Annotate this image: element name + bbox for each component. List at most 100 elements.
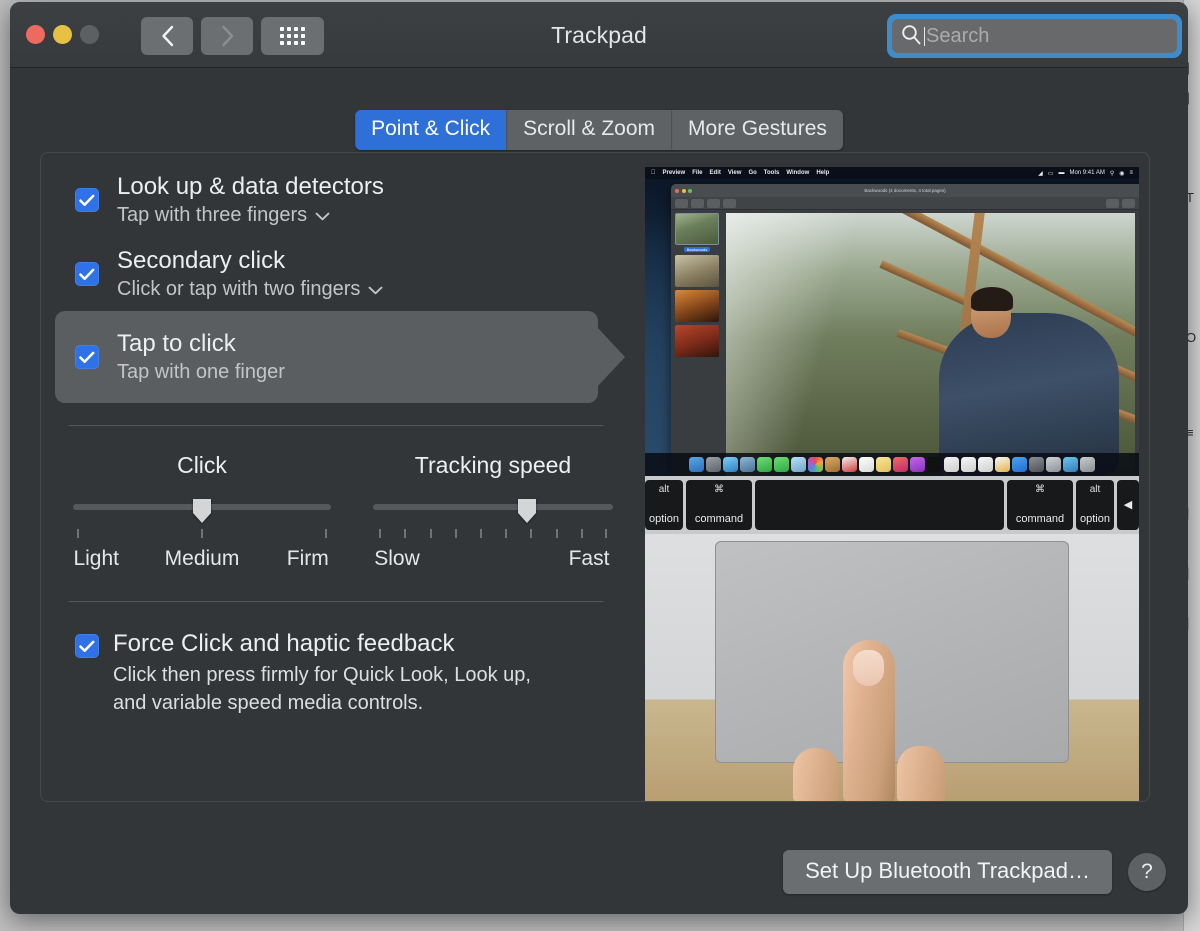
spotlight-icon: ⚲ xyxy=(1109,170,1115,177)
dock-icon-folder[interactable] xyxy=(1063,457,1078,472)
dock-icon-launchpad[interactable] xyxy=(706,457,721,472)
menu-view: View xyxy=(723,170,742,176)
menu-go: Go xyxy=(743,170,756,176)
slider-tracking-label: Tracking speed xyxy=(414,452,572,478)
tab-scroll-and-zoom[interactable]: Scroll & Zoom xyxy=(507,110,673,150)
option-tap-to-click[interactable]: Tap to click Tap with one finger xyxy=(55,311,598,403)
preview-fingernail xyxy=(853,650,884,686)
dock-icon-contacts[interactable] xyxy=(825,457,840,472)
force-click-desc-line2: and variable speed media controls. xyxy=(113,691,424,714)
dock-icon-reminders[interactable] xyxy=(859,457,874,472)
dock-icon-numbers[interactable] xyxy=(961,457,976,472)
dock-icon-facetime[interactable] xyxy=(757,457,772,472)
divider-bottom xyxy=(69,601,603,602)
checkbox-tap-to-click[interactable] xyxy=(75,345,99,369)
slider-tracking-track[interactable] xyxy=(373,504,613,510)
slider-click-thumb[interactable] xyxy=(191,497,213,525)
thumbnail-cherry-tomatoes[interactable] xyxy=(675,325,719,357)
tab-point-and-click[interactable]: Point & Click xyxy=(355,110,508,150)
dock-icon-safari[interactable] xyxy=(723,457,738,472)
dock-icon-messages[interactable] xyxy=(774,457,789,472)
preview-app-window: Backwoods (4 documents, 4 total pages) B… xyxy=(671,184,1139,476)
checkbox-look-up[interactable] xyxy=(75,188,99,212)
dock-icon-podcasts[interactable] xyxy=(910,457,925,472)
dock-icon-keynote[interactable] xyxy=(978,457,993,472)
dock-icon-finder[interactable] xyxy=(689,457,704,472)
option-secondary-click[interactable]: Secondary click Click or tap with two fi… xyxy=(55,237,615,311)
zoom-in-icon[interactable] xyxy=(707,198,720,208)
slider-click-legend-firm: Firm xyxy=(286,547,329,570)
key-arrow-left[interactable]: ◀ xyxy=(1117,480,1139,530)
chevron-down-icon[interactable] xyxy=(368,277,383,301)
option-subtitle-row[interactable]: Tap with three fingers xyxy=(117,203,384,227)
slider-click-track-wrap[interactable] xyxy=(73,497,331,527)
thumbnail-label-backwoods: Backwoods xyxy=(683,247,711,252)
checkbox-checked-icon xyxy=(75,188,99,212)
key-top-label: ⌘ xyxy=(1035,484,1045,495)
option-subtitle-row: Tap with one finger xyxy=(117,360,285,384)
dock-icon-photos[interactable] xyxy=(808,457,823,472)
preview-app-toolbar xyxy=(671,197,1139,210)
set-up-bluetooth-trackpad-button[interactable]: Set Up Bluetooth Trackpad… xyxy=(783,850,1112,894)
chevron-down-icon[interactable] xyxy=(315,203,330,227)
dock-icon-app-store[interactable] xyxy=(1012,457,1027,472)
preview-photo-hair xyxy=(971,286,1014,311)
slider-click-legend-medium: Medium xyxy=(164,547,240,570)
preview-dock xyxy=(645,453,1139,476)
search-icon[interactable] xyxy=(1122,198,1135,208)
siri-icon: ◉ xyxy=(1119,170,1125,177)
dock-icon-music[interactable] xyxy=(893,457,908,472)
key-option-right[interactable]: alt option xyxy=(1076,480,1114,530)
menu-file: File xyxy=(687,170,702,176)
text-cursor xyxy=(924,26,925,46)
help-button[interactable]: ? xyxy=(1128,853,1166,891)
wifi-icon: ◢ xyxy=(1038,170,1043,177)
dock-icon-pages[interactable] xyxy=(995,457,1010,472)
key-bottom-label: option xyxy=(1080,513,1110,525)
dock-icon-preview[interactable] xyxy=(740,457,755,472)
force-click-desc-line1: Click then press firmly for Quick Look, … xyxy=(113,664,531,686)
dock-icon-maps[interactable] xyxy=(791,457,806,472)
key-spacebar[interactable] xyxy=(755,480,1004,530)
sidebar-toggle-icon[interactable] xyxy=(675,198,688,208)
dock-icon-downloads[interactable] xyxy=(1046,457,1061,472)
option-text: Look up & data detectors Tap with three … xyxy=(117,173,384,227)
tab-more-gestures[interactable]: More Gestures xyxy=(672,110,843,150)
menu-help: Help xyxy=(811,170,829,176)
search-field[interactable]: Search xyxy=(892,19,1177,53)
key-option-left[interactable]: alt option xyxy=(645,480,683,530)
slider-click: Click Light Medium Firm xyxy=(73,452,331,575)
thumbnail-campfire-2[interactable] xyxy=(675,290,719,322)
slider-click-label: Click xyxy=(177,452,227,478)
key-bottom-label: command xyxy=(694,513,744,525)
force-click-section[interactable]: Force Click and haptic feedback Click th… xyxy=(55,630,615,717)
key-command-left[interactable]: ⌘ command xyxy=(686,480,752,530)
slider-click-legend: Light Medium Firm xyxy=(73,547,331,575)
key-command-right[interactable]: ⌘ command xyxy=(1007,480,1073,530)
menu-preview: Preview xyxy=(658,170,686,176)
option-subtitle-row[interactable]: Click or tap with two fingers xyxy=(117,277,383,301)
dock-icon-trash[interactable] xyxy=(1080,457,1095,472)
markup-icon[interactable] xyxy=(1106,198,1119,208)
slider-tracking-track-wrap[interactable] xyxy=(373,497,613,527)
share-icon[interactable] xyxy=(723,198,736,208)
thumbnail-campfire-1[interactable] xyxy=(675,255,719,287)
checkbox-force-click[interactable] xyxy=(75,634,99,717)
thumbnail-backwoods[interactable] xyxy=(675,213,719,245)
checkbox-secondary-click[interactable] xyxy=(75,262,99,286)
zoom-out-icon[interactable] xyxy=(691,198,704,208)
dock-icon-notes[interactable] xyxy=(876,457,891,472)
option-text: Secondary click Click or tap with two fi… xyxy=(117,247,383,301)
bottom-bar: Set Up Bluetooth Trackpad… ? xyxy=(10,850,1188,894)
dock-icon-system-preferences[interactable] xyxy=(1029,457,1044,472)
sliders-row: Click Light Medium Firm Tracking speed S… xyxy=(55,426,615,575)
preview-thumbnail-sidebar: Backwoods xyxy=(671,210,723,476)
option-look-up-and-data-detectors[interactable]: Look up & data detectors Tap with three … xyxy=(55,163,615,237)
dock-icon-calendar[interactable] xyxy=(842,457,857,472)
key-top-label: ⌘ xyxy=(714,484,724,495)
preview-app-titlebar: Backwoods (4 documents, 4 total pages) xyxy=(671,184,1139,197)
dock-icon-apple-tv[interactable] xyxy=(927,457,942,472)
key-bottom-label: ◀ xyxy=(1123,499,1133,511)
dock-icon-news[interactable] xyxy=(944,457,959,472)
slider-tracking-thumb[interactable] xyxy=(516,497,538,525)
